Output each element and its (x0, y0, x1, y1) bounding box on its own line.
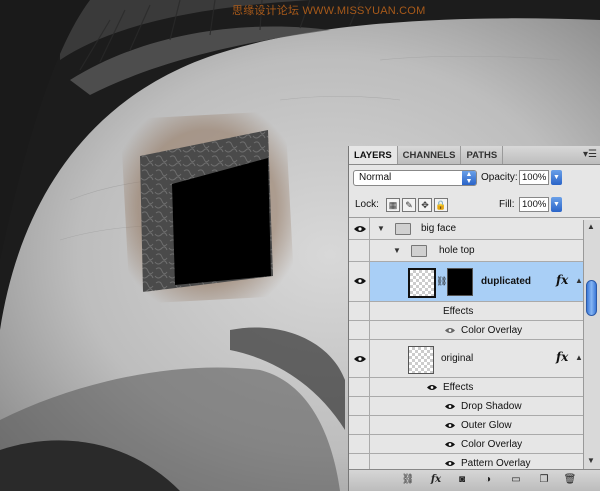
chevron-updown-icon: ▲ ▼ (462, 171, 476, 185)
visibility-column (349, 302, 370, 320)
fx-icon[interactable]: fx (556, 350, 568, 364)
lock-all-icon[interactable]: 🔒 (434, 198, 448, 212)
effects-header[interactable]: Effects (349, 378, 585, 397)
visibility-column (349, 321, 370, 339)
lock-fill-row: Lock: ▦ ✎ ✥ 🔒 Fill: 100% ▼ (349, 191, 600, 218)
opacity-label: Opacity: (481, 172, 518, 183)
effect-name: Color Overlay (461, 439, 523, 450)
effects-header[interactable]: Effects (349, 302, 585, 321)
layer-group-hole-top[interactable]: ▼ hole top (349, 240, 585, 262)
lock-paint-icon[interactable]: ✎ (402, 198, 416, 212)
effect-row[interactable]: Color Overlay (349, 321, 585, 340)
blend-opacity-row: Normal ▲ ▼ Opacity: 100% ▼ (349, 165, 600, 191)
fill-label: Fill: (499, 199, 515, 210)
effect-name: Outer Glow (461, 420, 512, 431)
visibility-column (349, 378, 370, 396)
watermark-text: 思缘设计论坛 WWW.MISSYUAN.COM (232, 5, 426, 17)
layer-name: big face (421, 223, 457, 234)
folder-icon (395, 223, 411, 235)
eye-icon[interactable] (445, 403, 455, 410)
folder-icon (411, 245, 427, 257)
scroll-down-icon[interactable]: ▼ (587, 456, 595, 465)
opacity-dropdown-icon[interactable]: ▼ (551, 170, 562, 185)
lock-move-icon[interactable]: ✥ (418, 198, 432, 212)
expand-triangle-icon[interactable]: ▼ (377, 224, 385, 233)
layer-mask-thumbnail[interactable] (447, 268, 473, 296)
layer-thumbnail[interactable] (408, 268, 436, 298)
effect-row[interactable]: Outer Glow (349, 416, 585, 435)
layers-scrollbar[interactable]: ▲ ▼ (583, 220, 600, 470)
link-layers-icon[interactable]: ⛓ (401, 474, 415, 486)
eye-icon[interactable] (445, 441, 455, 448)
eye-icon[interactable] (445, 460, 455, 467)
lock-label: Lock: (355, 199, 379, 210)
add-mask-icon[interactable]: ◙ (455, 474, 469, 486)
effect-row[interactable]: Color Overlay (349, 435, 585, 454)
collapse-effects-icon[interactable]: ▲ (575, 276, 583, 285)
fill-field[interactable]: 100% (519, 197, 549, 212)
visibility-column (349, 397, 370, 415)
visibility-column (349, 240, 370, 261)
scroll-up-icon[interactable]: ▲ (587, 222, 595, 231)
fill-dropdown-icon[interactable]: ▼ (551, 197, 562, 212)
adjustment-layer-icon[interactable]: ◑ (481, 474, 495, 486)
collapse-effects-icon[interactable]: ▲ (575, 353, 583, 362)
tab-layers[interactable]: LAYERS (349, 146, 398, 164)
layer-thumbnail[interactable] (408, 346, 434, 374)
effect-name: Color Overlay (461, 325, 523, 336)
eye-icon[interactable] (354, 355, 366, 363)
scrollbar-thumb[interactable] (586, 280, 597, 316)
layers-list: ▼ big face ▼ hole top ⛓ duplicated fx ▲ (349, 218, 600, 473)
new-layer-icon[interactable]: ❐ (537, 474, 551, 486)
blend-mode-select[interactable]: Normal ▲ ▼ (353, 170, 477, 186)
visibility-column (349, 416, 370, 434)
effect-row[interactable]: Drop Shadow (349, 397, 585, 416)
eye-icon[interactable] (445, 327, 455, 334)
new-group-icon[interactable]: ▭ (509, 474, 523, 486)
panel-tabbar: LAYERS CHANNELS PATHS ▾☰ (349, 146, 600, 165)
effect-name: Drop Shadow (461, 401, 522, 412)
effects-label: Effects (443, 382, 474, 393)
add-style-icon[interactable]: fx (429, 474, 443, 486)
layer-original[interactable]: original fx ▲ (349, 340, 585, 378)
layer-duplicated[interactable]: ⛓ duplicated fx ▲ (349, 262, 585, 302)
visibility-column (349, 262, 370, 301)
effect-name: Pattern Overlay (461, 458, 531, 469)
opacity-field[interactable]: 100% (519, 170, 549, 185)
layer-group-big-face[interactable]: ▼ big face (349, 218, 585, 240)
layer-name: duplicated (481, 276, 532, 287)
trash-icon[interactable]: 🗑 (563, 474, 577, 486)
eye-icon[interactable] (445, 422, 455, 429)
expand-triangle-icon[interactable]: ▼ (393, 246, 401, 255)
fx-icon[interactable]: fx (556, 273, 568, 287)
blend-mode-value: Normal (359, 172, 392, 183)
link-chain-icon[interactable]: ⛓ (436, 276, 447, 287)
visibility-column (349, 218, 370, 239)
visibility-column (349, 340, 370, 377)
layer-name: original (441, 353, 474, 364)
eye-icon[interactable] (427, 384, 437, 391)
lock-transparent-icon[interactable]: ▦ (386, 198, 400, 212)
layers-panel: LAYERS CHANNELS PATHS ▾☰ Normal ▲ ▼ Opaci… (348, 146, 600, 491)
visibility-column (349, 435, 370, 453)
eye-icon[interactable] (354, 225, 366, 233)
tab-paths[interactable]: PATHS (461, 146, 504, 164)
panel-menu-icon[interactable]: ▾☰ (583, 149, 597, 160)
panel-bottom-toolbar: ⛓ fx ◙ ◑ ▭ ❐ 🗑 (349, 469, 600, 491)
layer-name: hole top (439, 245, 475, 256)
eye-icon[interactable] (354, 277, 366, 285)
effects-label: Effects (443, 306, 474, 317)
tab-channels[interactable]: CHANNELS (398, 146, 462, 164)
